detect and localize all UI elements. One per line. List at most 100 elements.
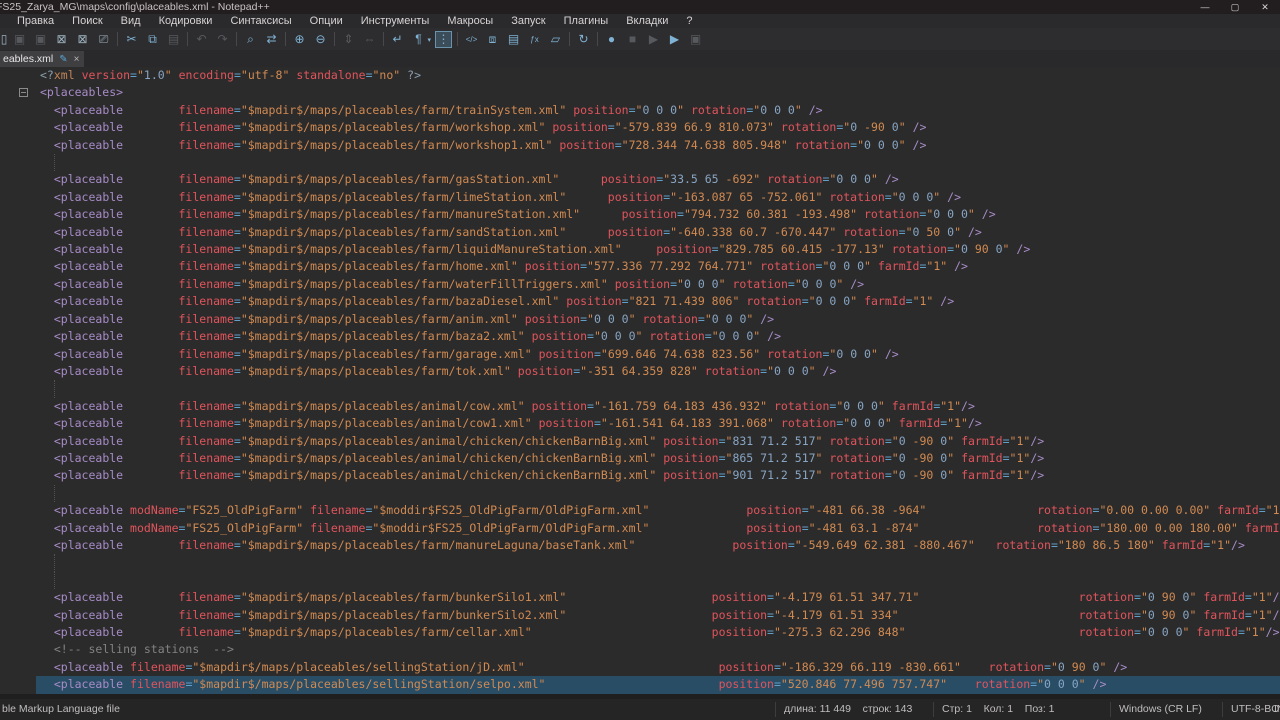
code-line-blank[interactable] bbox=[0, 154, 1280, 171]
menu-item-4[interactable]: Синтаксисы bbox=[221, 14, 300, 28]
code-line[interactable]: <placeable filename="$mapdir$/maps/place… bbox=[0, 258, 1280, 275]
run-macro-multiple-icon[interactable]: ▶ bbox=[666, 31, 683, 48]
code-line[interactable]: <placeable filename="$mapdir$/maps/place… bbox=[0, 415, 1280, 432]
menu-item-8[interactable]: Запуск bbox=[502, 14, 554, 28]
code-line[interactable]: <placeable filename="$mapdir$/maps/place… bbox=[0, 398, 1280, 415]
menu-item-5[interactable]: Опции bbox=[301, 14, 352, 28]
code-line[interactable]: <placeable filename="$mapdir$/maps/place… bbox=[0, 537, 1280, 554]
paste-icon[interactable]: ▤ bbox=[165, 31, 182, 48]
folder-as-workspace-icon[interactable]: ▱ bbox=[547, 31, 564, 48]
dropdown-caret-icon[interactable]: ▾ bbox=[427, 36, 431, 44]
indent-guide-line bbox=[54, 485, 55, 502]
close-all-docs-icon[interactable]: ⊠ bbox=[74, 31, 91, 48]
code-line[interactable]: <placeable filename="$mapdir$/maps/place… bbox=[0, 363, 1280, 380]
code-line[interactable]: <placeable filename="$mapdir$/maps/place… bbox=[0, 206, 1280, 223]
code-line-blank[interactable] bbox=[0, 485, 1280, 502]
menu-item-1[interactable]: Поиск bbox=[63, 14, 111, 28]
code-line[interactable]: <placeable filename="$mapdir$/maps/place… bbox=[0, 171, 1280, 188]
document-map-icon[interactable]: ⧈ bbox=[484, 31, 501, 48]
find-icon[interactable]: ⌕ bbox=[242, 31, 259, 48]
show-all-characters-icon[interactable]: ¶▾ bbox=[410, 31, 427, 48]
status-insert-mode[interactable]: INS bbox=[1274, 699, 1280, 720]
indent-guide-icon[interactable]: ⋮ bbox=[435, 31, 452, 48]
syntax-code-icon[interactable]: </> bbox=[463, 31, 480, 48]
monitoring-icon[interactable]: ↻ bbox=[575, 31, 592, 48]
menu-item-9[interactable]: Плагины bbox=[555, 14, 618, 28]
undo-icon[interactable]: ↶ bbox=[193, 31, 210, 48]
record-macro-icon[interactable]: ● bbox=[603, 31, 620, 48]
menu-item-11[interactable]: ? bbox=[677, 14, 701, 28]
code-line[interactable]: <placeable filename="$mapdir$/maps/place… bbox=[0, 346, 1280, 363]
code-line[interactable]: <!-- selling stations --> bbox=[0, 641, 1280, 658]
save-macro-icon[interactable]: ▣ bbox=[687, 31, 704, 48]
code-text: <placeable filename="$mapdir$/maps/place… bbox=[40, 607, 1280, 624]
menu-item-3[interactable]: Кодировки bbox=[150, 14, 222, 28]
code-text: <placeable filename="$mapdir$/maps/place… bbox=[40, 137, 926, 154]
redo-icon[interactable]: ↷ bbox=[214, 31, 231, 48]
code-line[interactable]: <placeable filename="$mapdir$/maps/place… bbox=[0, 328, 1280, 345]
maximize-button[interactable]: ▢ bbox=[1220, 0, 1250, 14]
cut-icon[interactable]: ✂ bbox=[123, 31, 140, 48]
copy-icon[interactable]: ⧉ bbox=[144, 31, 161, 48]
zoom-out-icon[interactable]: ⊖ bbox=[312, 31, 329, 48]
tab-close-icon[interactable]: × bbox=[74, 54, 80, 65]
code-line[interactable]: <placeable modName="FS25_OldPigFarm" fil… bbox=[0, 502, 1280, 519]
toolbar-divider bbox=[457, 32, 458, 46]
code-line[interactable]: <placeable filename="$mapdir$/maps/place… bbox=[0, 659, 1280, 676]
editor-area[interactable]: <?xml version="1.0" encoding="utf-8" sta… bbox=[0, 67, 1280, 694]
code-text: <placeable filename="$mapdir$/maps/place… bbox=[40, 293, 954, 310]
code-text: <placeable filename="$mapdir$/maps/place… bbox=[40, 171, 899, 188]
code-line[interactable]: <placeable filename="$mapdir$/maps/place… bbox=[0, 607, 1280, 624]
code-line[interactable]: <placeable filename="$mapdir$/maps/place… bbox=[0, 189, 1280, 206]
code-line-blank[interactable] bbox=[0, 380, 1280, 397]
document-list-icon[interactable]: ▤ bbox=[505, 31, 522, 48]
code-line[interactable]: <?xml version="1.0" encoding="utf-8" sta… bbox=[0, 67, 1280, 84]
code-line[interactable]: <placeable filename="$mapdir$/maps/place… bbox=[0, 433, 1280, 450]
code-text: <placeable filename="$mapdir$/maps/place… bbox=[40, 659, 1127, 676]
code-line[interactable]: <placeable filename="$mapdir$/maps/place… bbox=[0, 276, 1280, 293]
menu-item-0[interactable]: Правка bbox=[8, 14, 63, 28]
code-line[interactable]: <placeable filename="$mapdir$/maps/place… bbox=[0, 137, 1280, 154]
code-line-blank[interactable] bbox=[0, 572, 1280, 589]
minimize-button[interactable]: — bbox=[1190, 0, 1220, 14]
code-line[interactable]: <placeable filename="$mapdir$/maps/place… bbox=[0, 467, 1280, 484]
menu-item-7[interactable]: Макросы bbox=[438, 14, 502, 28]
code-line[interactable]: <placeable filename="$mapdir$/maps/place… bbox=[0, 119, 1280, 136]
save-all-icon[interactable]: ▣ bbox=[32, 31, 49, 48]
code-text: <placeable filename="$mapdir$/maps/place… bbox=[40, 189, 961, 206]
function-list-icon[interactable]: ƒx bbox=[526, 31, 543, 48]
code-text: <placeable modName="FS25_OldPigFarm" fil… bbox=[40, 520, 1280, 537]
code-line[interactable]: <placeable filename="$mapdir$/maps/place… bbox=[0, 224, 1280, 241]
code-line[interactable]: <placeable filename="$mapdir$/maps/place… bbox=[0, 676, 1280, 693]
code-line-blank[interactable] bbox=[0, 554, 1280, 571]
new-file-icon[interactable]: ▯ bbox=[1, 31, 7, 48]
zoom-in-icon[interactable]: ⊕ bbox=[291, 31, 308, 48]
close-doc-icon[interactable]: ⊠ bbox=[53, 31, 70, 48]
code-line[interactable]: <placeable filename="$mapdir$/maps/place… bbox=[0, 293, 1280, 310]
code-line[interactable]: <placeables> bbox=[0, 84, 1280, 101]
word-wrap-icon[interactable]: ↵ bbox=[389, 31, 406, 48]
code-line[interactable]: <placeable filename="$mapdir$/maps/place… bbox=[0, 589, 1280, 606]
close-button[interactable]: ✕ bbox=[1250, 0, 1280, 14]
sync-scroll-h-icon[interactable]: ⇔ bbox=[361, 31, 378, 48]
menu-item-10[interactable]: Вкладки bbox=[617, 14, 677, 28]
code-line[interactable]: <placeable filename="$mapdir$/maps/place… bbox=[0, 450, 1280, 467]
code-line[interactable]: <placeable filename="$mapdir$/maps/place… bbox=[0, 311, 1280, 328]
menu-item-2[interactable]: Вид bbox=[112, 14, 150, 28]
save-icon[interactable]: ▣ bbox=[11, 31, 28, 48]
code-line[interactable]: <placeable modName="FS25_OldPigFarm" fil… bbox=[0, 520, 1280, 537]
stop-macro-icon[interactable]: ■ bbox=[624, 31, 641, 48]
menu-item-6[interactable]: Инструменты bbox=[352, 14, 439, 28]
edit-state-icon: ✎ bbox=[59, 54, 67, 65]
code-line[interactable]: <placeable filename="$mapdir$/maps/place… bbox=[0, 624, 1280, 641]
fold-marker[interactable] bbox=[19, 88, 28, 97]
play-macro-icon[interactable]: ▶ bbox=[645, 31, 662, 48]
print-icon[interactable]: ⎚ bbox=[95, 31, 112, 48]
replace-icon[interactable]: ⇄ bbox=[263, 31, 280, 48]
status-eol-format[interactable]: Windows (CR LF) bbox=[1119, 699, 1202, 720]
code-line[interactable]: <placeable filename="$mapdir$/maps/place… bbox=[0, 102, 1280, 119]
status-encoding[interactable]: UTF-8-BOM bbox=[1231, 699, 1280, 720]
code-line[interactable]: <placeable filename="$mapdir$/maps/place… bbox=[0, 241, 1280, 258]
tab-placeables-xml[interactable]: eables.xml ✎ × bbox=[0, 51, 84, 67]
sync-scroll-v-icon[interactable]: ⇕ bbox=[340, 31, 357, 48]
